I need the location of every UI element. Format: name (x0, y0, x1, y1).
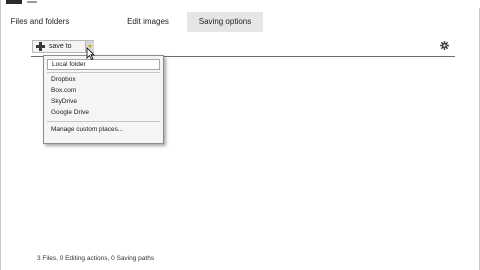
menu-separator (47, 72, 160, 73)
tab-edit-images[interactable]: Edit images (117, 12, 179, 32)
tab-files-and-folders[interactable]: Files and folders (1, 12, 79, 32)
title-bar (1, 0, 480, 8)
title-fragment (27, 1, 37, 3)
tab-saving-options[interactable]: Saving options (187, 12, 263, 32)
menu-item-skydrive[interactable]: SkyDrive (47, 96, 160, 107)
plus-icon (36, 42, 45, 51)
app-icon (6, 0, 22, 4)
save-to-dropdown-menu: Local folder Dropbox Box.com SkyDrive Go… (43, 55, 164, 144)
gear-icon[interactable] (440, 41, 449, 50)
menu-item-box-com[interactable]: Box.com (47, 85, 160, 96)
status-bar-text: 3 Files, 0 Editing actions, 0 Saving pat… (37, 255, 155, 262)
menu-item-google-drive[interactable]: Google Drive (47, 107, 160, 118)
menu-item-local-folder[interactable]: Local folder (47, 59, 160, 70)
mouse-cursor-icon (86, 47, 95, 60)
tab-bar: Files and folders Edit images Saving opt… (1, 12, 480, 32)
save-to-button[interactable]: save to (32, 40, 94, 53)
save-to-label: save to (49, 43, 72, 50)
menu-item-dropbox[interactable]: Dropbox (47, 74, 160, 85)
menu-item-manage-custom-places[interactable]: Manage custom places... (47, 124, 160, 135)
menu-separator (47, 121, 160, 122)
app-window: Files and folders Edit images Saving opt… (0, 0, 480, 270)
